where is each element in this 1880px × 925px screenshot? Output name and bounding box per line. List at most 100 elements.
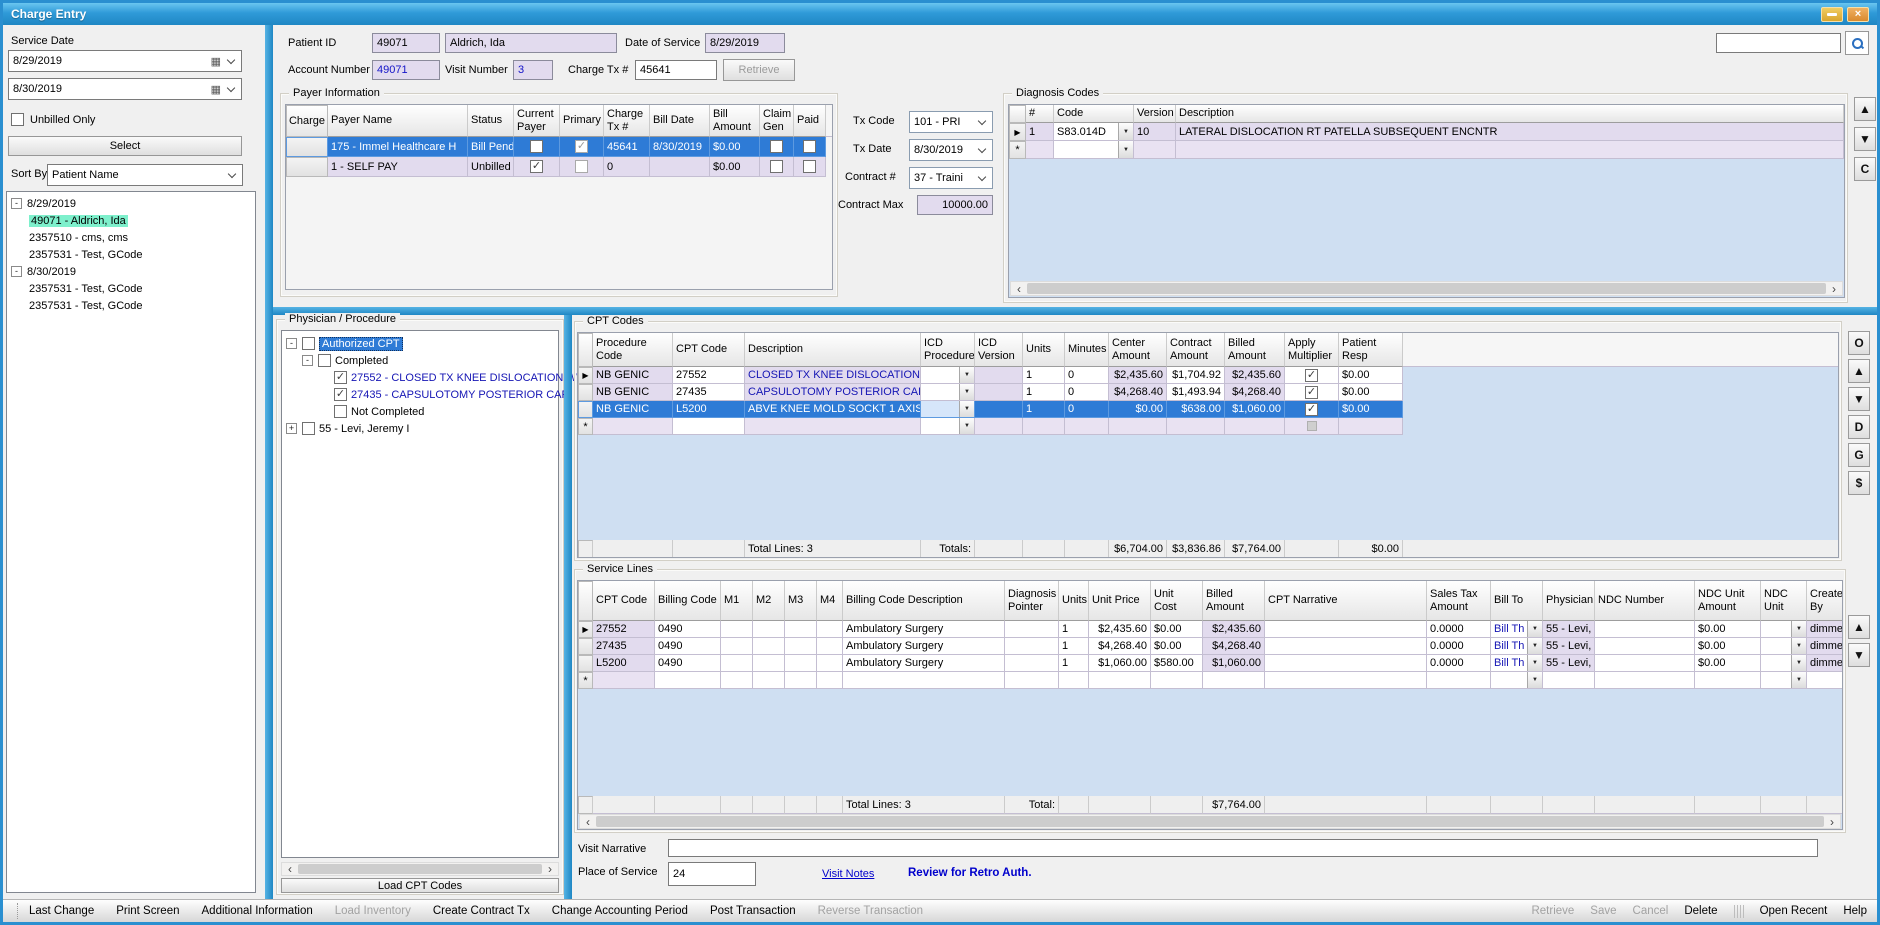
cpt-new-row[interactable]: * (578, 418, 1838, 435)
bill-to-dropdown[interactable] (1491, 672, 1543, 689)
statusbar-delete[interactable]: Delete (1684, 905, 1717, 917)
tree-item-patient[interactable]: 2357531 - Test, GCode (11, 297, 255, 314)
diagnosis-move-up-button[interactable]: ▲ (1854, 97, 1876, 121)
icd-procedure-dropdown[interactable] (921, 401, 975, 418)
statusbar-change-accounting-period[interactable]: Change Accounting Period (552, 905, 688, 917)
dropdown-icon[interactable] (1527, 621, 1542, 637)
cpt-row[interactable]: NB GENIC 27435 CAPSULOTOMY POSTERIOR CAP… (578, 384, 1838, 401)
icd-procedure-dropdown[interactable] (921, 367, 975, 384)
statusbar-retrieve[interactable]: Retrieve (1531, 905, 1574, 917)
cpt-d-button[interactable]: D (1848, 415, 1870, 439)
diagnosis-new-row[interactable]: * (1009, 141, 1844, 159)
dropdown-icon[interactable] (1527, 638, 1542, 654)
checkbox-icon[interactable] (334, 388, 347, 401)
checkbox-icon[interactable] (11, 113, 24, 126)
dropdown-icon[interactable] (1791, 621, 1806, 637)
apply-multiplier-checkbox[interactable] (1305, 369, 1318, 382)
scroll-right-icon[interactable]: › (1826, 282, 1842, 295)
service-row[interactable]: ▶ 27552 0490 Ambulatory Surgery 1 $2,435… (578, 621, 1842, 638)
checkbox-icon[interactable] (318, 354, 331, 367)
tree-item-patient[interactable]: 49071 - Aldrich, Ida (11, 212, 255, 229)
tree-item-patient[interactable]: 2357510 - cms, cms (11, 229, 255, 246)
ndc-unit-dropdown[interactable] (1761, 638, 1807, 655)
cpt-g-button[interactable]: G (1848, 443, 1870, 467)
vertical-splitter-2[interactable] (564, 315, 572, 899)
tree-item-date[interactable]: 8/30/2019 (11, 263, 255, 280)
tree-item-patient[interactable]: 2357531 - Test, GCode (11, 246, 255, 263)
tree-item-authorized-cpt[interactable]: Authorized CPT (286, 335, 558, 352)
charge-tx-input[interactable] (635, 60, 717, 80)
paid-checkbox[interactable] (803, 160, 816, 173)
statusbar-additional-information[interactable]: Additional Information (202, 905, 313, 917)
visit-narrative-input[interactable] (668, 839, 1818, 857)
collapse-icon[interactable] (302, 355, 313, 366)
diagnosis-hscrollbar[interactable]: ‹› (1010, 281, 1843, 296)
dropdown-icon[interactable] (959, 384, 974, 400)
dropdown-icon[interactable] (1791, 672, 1806, 688)
diagnosis-code-dropdown[interactable] (1054, 141, 1134, 159)
minimize-button[interactable] (1821, 7, 1843, 22)
dropdown-icon[interactable] (1118, 141, 1133, 158)
scroll-right-icon[interactable]: › (1824, 815, 1840, 828)
tx-date-dropdown[interactable]: 8/30/2019 (909, 139, 993, 161)
bill-to-dropdown[interactable]: Bill Th (1491, 655, 1543, 672)
statusbar-print-screen[interactable]: Print Screen (116, 905, 179, 917)
payer-row[interactable]: 1 - SELF PAY Unbilled 0 $0.00 (286, 157, 832, 177)
statusbar-load-inventory[interactable]: Load Inventory (335, 905, 411, 917)
diagnosis-code-dropdown[interactable]: S83.014D (1054, 123, 1134, 141)
dropdown-icon[interactable] (1791, 655, 1806, 671)
ndc-unit-dropdown[interactable] (1761, 672, 1807, 689)
ndc-unit-dropdown[interactable] (1761, 621, 1807, 638)
physician-hscrollbar[interactable]: ‹› (281, 862, 559, 876)
collapse-icon[interactable] (11, 198, 22, 209)
dropdown-icon[interactable] (1118, 123, 1133, 140)
search-input[interactable] (1716, 33, 1841, 53)
checkbox-icon[interactable] (302, 337, 315, 350)
bill-to-dropdown[interactable]: Bill Th (1491, 638, 1543, 655)
scroll-left-icon[interactable]: ‹ (1011, 282, 1027, 295)
icd-procedure-dropdown[interactable] (921, 384, 975, 401)
tree-item-cpt-27552[interactable]: 27552 - CLOSED TX KNEE DISLOCATION W (286, 369, 558, 386)
vertical-splitter[interactable] (265, 25, 273, 899)
paid-checkbox[interactable] (803, 140, 816, 153)
dropdown-icon[interactable] (959, 418, 974, 434)
dropdown-icon[interactable] (1527, 655, 1542, 671)
diagnosis-row[interactable]: ▶ 1 S83.014D 10 LATERAL DISLOCATION RT P… (1009, 123, 1844, 141)
tree-item-patient[interactable]: 2357531 - Test, GCode (11, 280, 255, 297)
tx-code-dropdown[interactable]: 101 - PRI (909, 111, 993, 133)
scroll-right-icon[interactable]: › (542, 863, 558, 875)
tree-item-cpt-27435[interactable]: 27435 - CAPSULOTOMY POSTERIOR CAP (286, 386, 558, 403)
claim-gen-checkbox[interactable] (770, 140, 783, 153)
select-button[interactable]: Select (8, 136, 242, 156)
dropdown-icon[interactable] (1791, 638, 1806, 654)
service-date-to-picker[interactable]: 8/30/2019 ▦ (8, 78, 242, 100)
bill-to-dropdown[interactable]: Bill Th (1491, 621, 1543, 638)
checkbox-icon[interactable] (334, 405, 347, 418)
service-date-from-picker[interactable]: 8/29/2019 ▦ (8, 50, 242, 72)
diagnosis-c-button[interactable]: C (1854, 157, 1876, 181)
checkbox-icon[interactable] (334, 371, 347, 384)
expand-icon[interactable] (286, 423, 297, 434)
collapse-icon[interactable] (11, 266, 22, 277)
service-row[interactable]: L5200 0490 Ambulatory Surgery 1 $1,060.0… (578, 655, 1842, 672)
service-move-up-button[interactable]: ▲ (1848, 615, 1870, 639)
statusbar-post-transaction[interactable]: Post Transaction (710, 905, 796, 917)
cpt-row-selected[interactable]: NB GENIC L5200 ABVE KNEE MOLD SOCKT 1 AX… (578, 401, 1838, 418)
tree-item-date[interactable]: 8/29/2019 (11, 195, 255, 212)
checkbox-icon[interactable] (302, 422, 315, 435)
service-new-row[interactable]: * (578, 672, 1842, 689)
horizontal-splitter[interactable] (273, 307, 1877, 315)
diagnosis-move-down-button[interactable]: ▼ (1854, 127, 1876, 151)
apply-multiplier-checkbox[interactable] (1305, 403, 1318, 416)
statusbar-reverse-transaction[interactable]: Reverse Transaction (818, 905, 923, 917)
search-button[interactable] (1845, 31, 1869, 55)
ndc-unit-dropdown[interactable] (1761, 655, 1807, 672)
cpt-move-up-button[interactable]: ▲ (1848, 359, 1870, 383)
cpt-move-down-button[interactable]: ▼ (1848, 387, 1870, 411)
contract-dropdown[interactable]: 37 - Traini (909, 167, 993, 189)
apply-multiplier-checkbox[interactable] (1305, 386, 1318, 399)
cpt-o-button[interactable]: O (1848, 331, 1870, 355)
retrieve-button[interactable]: Retrieve (723, 59, 795, 81)
tree-item-not-completed[interactable]: Not Completed (286, 403, 558, 420)
scroll-left-icon[interactable]: ‹ (282, 863, 298, 875)
